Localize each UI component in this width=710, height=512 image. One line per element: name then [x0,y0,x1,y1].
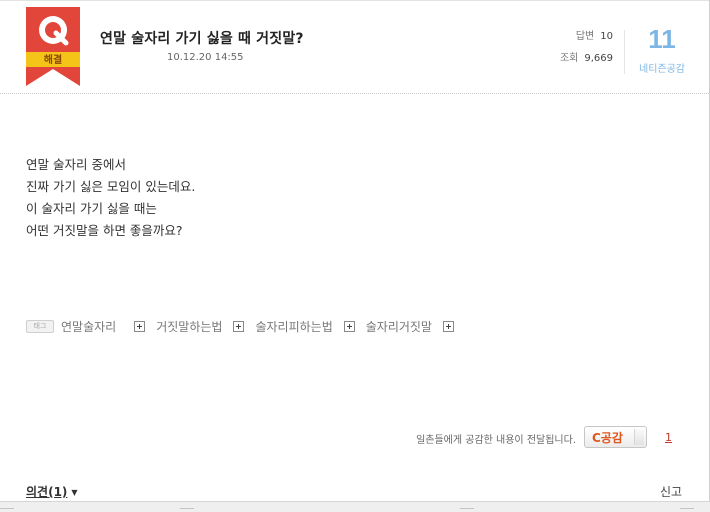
tag-item[interactable]: 연말술자리 [61,318,116,335]
scrollbar-segment [0,508,14,509]
add-tag-plus-icon[interactable] [343,320,355,332]
comments-toggle[interactable]: 의견(1) ▼ [26,483,78,500]
comments-label: 의견(1) [26,485,68,499]
answers-count: 10 [600,31,613,42]
stats-divider [624,30,625,74]
tag-item[interactable]: 술자리거짓말 [366,318,432,335]
empathy-notice: 일촌들에게 공감한 내용이 전달됩니다. [416,435,576,446]
body-line: 연말 술자리 중에서 [26,157,126,172]
views-stat: 조회 9,669 [560,52,613,74]
solved-question-badge: 해결 [26,7,80,87]
netizen-empathy-label: 네티즌공감 [639,64,685,75]
answers-stat: 답변 10 [560,30,613,52]
empathy-button-count[interactable]: 1 [665,431,672,444]
tag-icon: 태그 [26,319,54,333]
empathy-button-label: C공감 [592,430,623,445]
body-line: 어떤 거짓말을 하면 좋을까요? [26,223,183,238]
horizontal-scrollbar[interactable] [0,501,710,512]
tag-list: 태그 연말술자리 거짓말하는법 술자리피하는법 술자리거짓말 [26,318,465,334]
caret-down-icon: ▼ [71,488,78,497]
body-line: 이 술자리 가기 싫을 때는 [26,201,157,216]
tag-item[interactable]: 술자리피하는법 [255,318,332,335]
empathy-button[interactable]: C공감 [584,426,647,448]
question-title: 연말 술자리 가기 싫을 때 거짓말? [100,31,304,47]
question-date: 10.12.20 14:55 [167,52,244,63]
empathy-button-knob [634,429,644,445]
netizen-empathy-count: 11 [648,24,676,54]
question-stats: 답변 10 조회 9,669 [560,30,613,74]
add-tag-plus-icon[interactable] [442,320,454,332]
add-tag-plus-icon[interactable] [134,320,146,332]
add-tag-plus-icon[interactable] [233,320,245,332]
q-ribbon-icon: 해결 [26,7,80,86]
frame-top-border [0,0,710,1]
question-body: 연말 술자리 중에서 진짜 가기 싫은 모임이 있는데요. 이 술자리 가기 싫… [26,154,195,242]
body-line: 진짜 가기 싫은 모임이 있는데요. [26,179,196,194]
scrollbar-segment [680,508,694,509]
scrollbar-segment [180,508,194,509]
views-count: 9,669 [584,53,613,64]
tag-item[interactable]: 거짓말하는법 [156,318,222,335]
badge-label: 해결 [44,53,62,66]
header-divider [0,93,709,94]
views-label: 조회 [559,53,579,64]
scrollbar-segment [460,508,474,509]
answers-label: 답변 [575,31,595,42]
report-link[interactable]: 신고 [660,483,682,500]
